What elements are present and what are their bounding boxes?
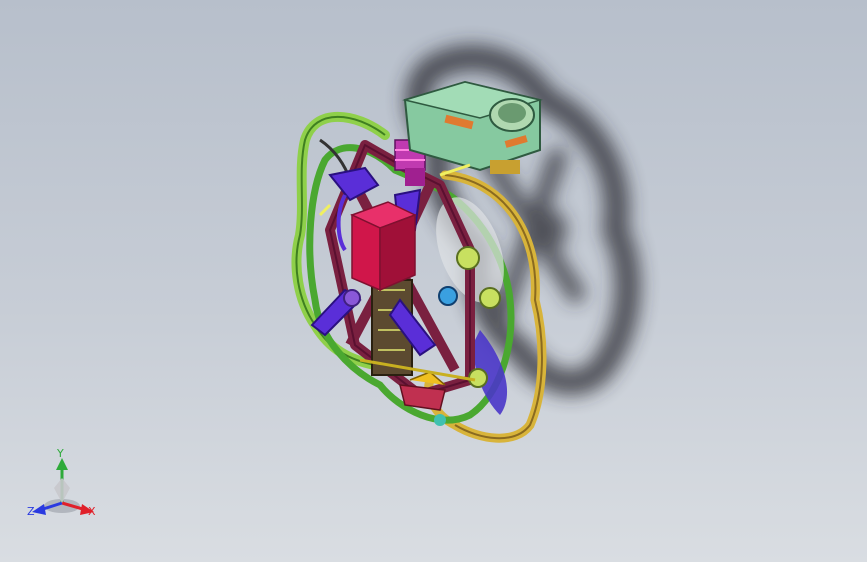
- axis-label-z: Z: [27, 505, 35, 518]
- orientation-triad[interactable]: Y X Z: [22, 448, 112, 528]
- graphics-viewport[interactable]: Y X Z: [0, 0, 867, 562]
- arm-mount-top: [328, 166, 380, 202]
- drone-model-render[interactable]: [0, 0, 867, 562]
- axis-label-x: X: [88, 505, 96, 518]
- axis-label-y: Y: [57, 447, 64, 460]
- battery-pack: [350, 201, 417, 292]
- triad-graphic: [32, 458, 94, 515]
